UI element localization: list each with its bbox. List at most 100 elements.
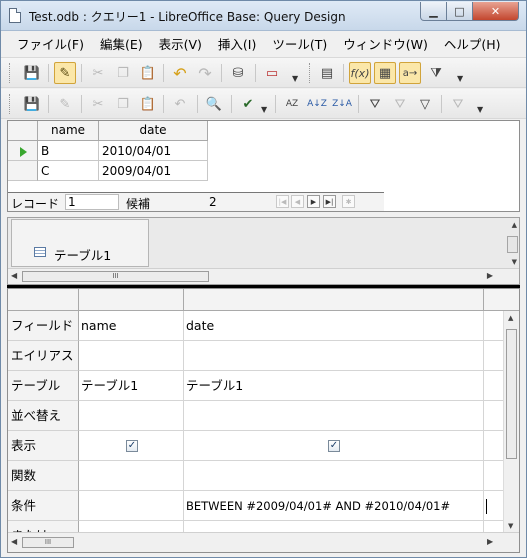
query-result-grid[interactable]: name date B 2010/04/01 C 2009/04/01 レコード… [7,120,520,212]
vertical-scroll-thumb[interactable] [506,329,517,459]
copy-icon[interactable]: ❐ [112,62,134,84]
close-button[interactable]: ✕ [472,2,519,21]
scroll-left-icon[interactable]: ◀ [11,271,17,280]
table-cell[interactable]: テーブル1 [79,371,184,401]
table-cell[interactable]: 2010/04/01 [99,141,208,161]
table-window[interactable]: テーブル1 [11,219,149,267]
functions-icon[interactable]: f(x) [349,62,371,84]
toolbar-grip[interactable] [9,63,12,83]
function-cell[interactable] [484,461,505,491]
menu-window[interactable]: ウィンドウ(W) [335,35,436,55]
criterion-cell[interactable] [79,491,184,521]
row-header-current[interactable] [8,141,38,161]
paste-icon[interactable]: 📋 [137,93,159,115]
chevron-down-icon[interactable]: ▼ [261,98,269,114]
edit-data-icon[interactable]: ✎ [54,93,76,115]
menu-tools[interactable]: ツール(T) [264,35,335,55]
add-table-icon[interactable]: ▤ [316,62,338,84]
cut-icon[interactable]: ✂ [87,93,109,115]
sort-cell[interactable] [184,401,484,431]
visible-checkbox[interactable]: ✓ [328,440,340,452]
column-header[interactable] [484,289,519,311]
scroll-right-icon[interactable]: ▶ [487,271,493,280]
save-record-icon[interactable]: 💾 [21,93,43,115]
table-cell[interactable] [484,371,505,401]
vertical-scroll-thumb[interactable] [507,236,518,253]
table-cell[interactable]: C [38,161,99,181]
visible-cell[interactable] [484,431,505,461]
chevron-down-icon[interactable]: ▼ [457,67,465,83]
standard-filter-icon[interactable]: ⛛ [389,93,411,115]
criterion-cell[interactable]: BETWEEN #2009/04/01# AND #2010/04/01# [184,491,484,521]
copy-icon[interactable]: ❐ [112,93,134,115]
column-header[interactable] [79,289,184,311]
table-layout-area[interactable]: テーブル1 ▲ ▼ ◀ III ▶ [7,217,520,285]
distinct-values-icon[interactable]: ⧩ [425,62,447,84]
field-cell[interactable]: date [184,311,484,341]
paste-icon[interactable]: 📋 [137,62,159,84]
save-icon[interactable]: 💾 [21,62,43,84]
function-cell[interactable] [184,461,484,491]
table-cell[interactable]: 2009/04/01 [99,161,208,181]
horizontal-scroll-thumb[interactable]: III [22,537,74,548]
spellcheck-icon[interactable]: ✔ [237,93,259,115]
apply-filter-icon[interactable]: ▽ [414,93,436,115]
column-header[interactable] [184,289,484,311]
table-cell[interactable]: B [38,141,99,161]
alias-icon[interactable]: a→ [399,62,421,84]
sort-descending-icon[interactable]: Z↓A [331,93,353,115]
sort-cell[interactable] [484,401,505,431]
table-cell[interactable]: テーブル1 [184,371,484,401]
alias-cell[interactable] [184,341,484,371]
vertical-scrollbar[interactable]: ▲ ▼ [503,311,519,533]
record-number-field[interactable]: 1 [65,194,119,210]
run-query-icon[interactable]: ⛁ [227,62,249,84]
sort-icon[interactable]: AZ [281,93,303,115]
title-bar[interactable]: Test.odb : クエリー1 - LibreOffice Base: Que… [1,1,526,31]
find-record-icon[interactable]: 🔍 [203,93,225,115]
scroll-down-icon[interactable]: ▼ [512,258,517,266]
clear-query-icon[interactable]: ▭ [261,62,283,84]
edit-mode-icon[interactable]: ✎ [54,62,76,84]
cut-icon[interactable]: ✂ [87,62,109,84]
autofilter-icon[interactable]: ⛛ [364,93,386,115]
redo-icon[interactable]: ↷ [194,62,216,84]
toolbar-grip[interactable] [309,63,312,83]
chevron-down-icon[interactable]: ▼ [292,67,300,83]
horizontal-scrollbar[interactable]: ◀ III ▶ [8,268,519,284]
undo-record-icon[interactable]: ↶ [169,93,191,115]
remove-filter-icon[interactable]: ⛛ [447,93,469,115]
horizontal-scroll-thumb[interactable]: III [22,271,209,282]
sort-cell[interactable] [79,401,184,431]
alias-cell[interactable] [484,341,505,371]
chevron-down-icon[interactable]: ▼ [477,98,485,114]
new-record-button[interactable]: ✱ [342,195,355,208]
visible-checkbox[interactable]: ✓ [126,440,138,452]
horizontal-scrollbar[interactable]: ◀ III ▶ [8,532,519,552]
field-cell[interactable] [484,311,505,341]
menu-file[interactable]: ファイル(F) [9,35,92,55]
menu-insert[interactable]: 挿入(I) [210,35,264,55]
sort-ascending-icon[interactable]: A↓Z [306,93,328,115]
previous-record-button[interactable]: ◀ [291,195,304,208]
column-header-name[interactable]: name [38,121,99,141]
scroll-down-icon[interactable]: ▼ [508,522,513,530]
scroll-up-icon[interactable]: ▲ [508,314,513,322]
toolbar-grip[interactable] [9,94,12,114]
table-name-icon[interactable]: ▦ [374,62,396,84]
query-design-grid[interactable]: フィールド エイリアス テーブル 並べ替え 表示 関数 条件 または name … [7,288,520,553]
first-record-button[interactable]: |◀ [276,195,289,208]
scroll-right-icon[interactable]: ▶ [487,537,493,546]
alias-cell[interactable] [79,341,184,371]
next-record-button[interactable]: ▶ [307,195,320,208]
function-cell[interactable] [79,461,184,491]
minimize-button[interactable]: ▁ [420,2,447,21]
undo-icon[interactable]: ↶ [169,62,191,84]
menu-help[interactable]: ヘルプ(H) [436,35,509,55]
scroll-left-icon[interactable]: ◀ [11,537,17,546]
last-record-button[interactable]: ▶| [323,195,336,208]
field-cell[interactable]: name [79,311,184,341]
scroll-up-icon[interactable]: ▲ [512,221,517,229]
row-header[interactable] [8,161,38,181]
menu-view[interactable]: 表示(V) [151,35,210,55]
